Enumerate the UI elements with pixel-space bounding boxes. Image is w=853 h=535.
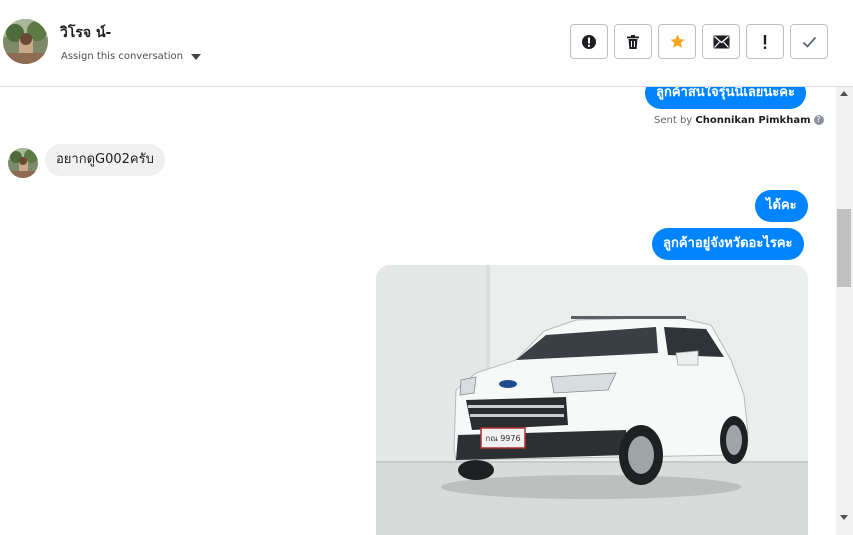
outgoing-message[interactable]: ได้คะ xyxy=(755,190,808,222)
conversation-actions xyxy=(570,24,828,59)
outgoing-message[interactable]: ลูกค้าสนใจรุ่นนี้เลยนะคะ xyxy=(645,87,806,109)
star-button[interactable] xyxy=(658,24,696,59)
contact-avatar[interactable] xyxy=(3,19,48,64)
mark-spam-button[interactable] xyxy=(570,24,608,59)
scroll-down-arrow-icon[interactable] xyxy=(840,515,848,520)
mark-unread-button[interactable] xyxy=(702,24,740,59)
outgoing-message[interactable]: ลูกค้าอยู่จังหวัดอะไรคะ xyxy=(652,228,804,260)
sent-by-prefix: Sent by xyxy=(654,115,693,126)
help-icon[interactable]: ? xyxy=(813,115,824,125)
envelope-icon xyxy=(713,35,729,48)
exclamation-icon xyxy=(763,34,767,49)
trash-icon xyxy=(627,34,639,49)
incoming-message[interactable]: อยากดูG002ครับ xyxy=(45,144,165,176)
sender-name: Chonnikan Pimkham xyxy=(695,115,811,126)
car-photo-attachment[interactable]: กณ 9976 xyxy=(376,265,808,535)
delete-button[interactable] xyxy=(614,24,652,59)
caret-down-icon xyxy=(190,53,201,60)
thread-scrollbar[interactable] xyxy=(836,87,853,535)
sent-by-info: Sent by Chonnikan Pimkham? xyxy=(654,115,824,126)
assign-conversation-dropdown[interactable]: Assign this conversation xyxy=(61,51,201,62)
star-icon xyxy=(669,34,685,48)
conversation-header: วิโรจ น์- Assign this conversation xyxy=(0,0,853,87)
mark-done-button[interactable] xyxy=(790,24,828,59)
follow-up-button[interactable] xyxy=(746,24,784,59)
contact-name[interactable]: วิโรจ น์- xyxy=(60,22,111,44)
message-thread[interactable]: ลูกค้าสนใจรุ่นนี้เลยนะคะ Sent by Chonnik… xyxy=(0,87,836,535)
license-plate: กณ 9976 xyxy=(485,434,520,443)
assign-label: Assign this conversation xyxy=(61,51,183,62)
alert-circle-icon xyxy=(582,34,596,49)
scrollbar-thumb[interactable] xyxy=(837,209,851,287)
scroll-up-arrow-icon[interactable] xyxy=(840,91,848,96)
checkmark-icon xyxy=(802,36,816,48)
contact-avatar-small[interactable] xyxy=(8,148,38,178)
